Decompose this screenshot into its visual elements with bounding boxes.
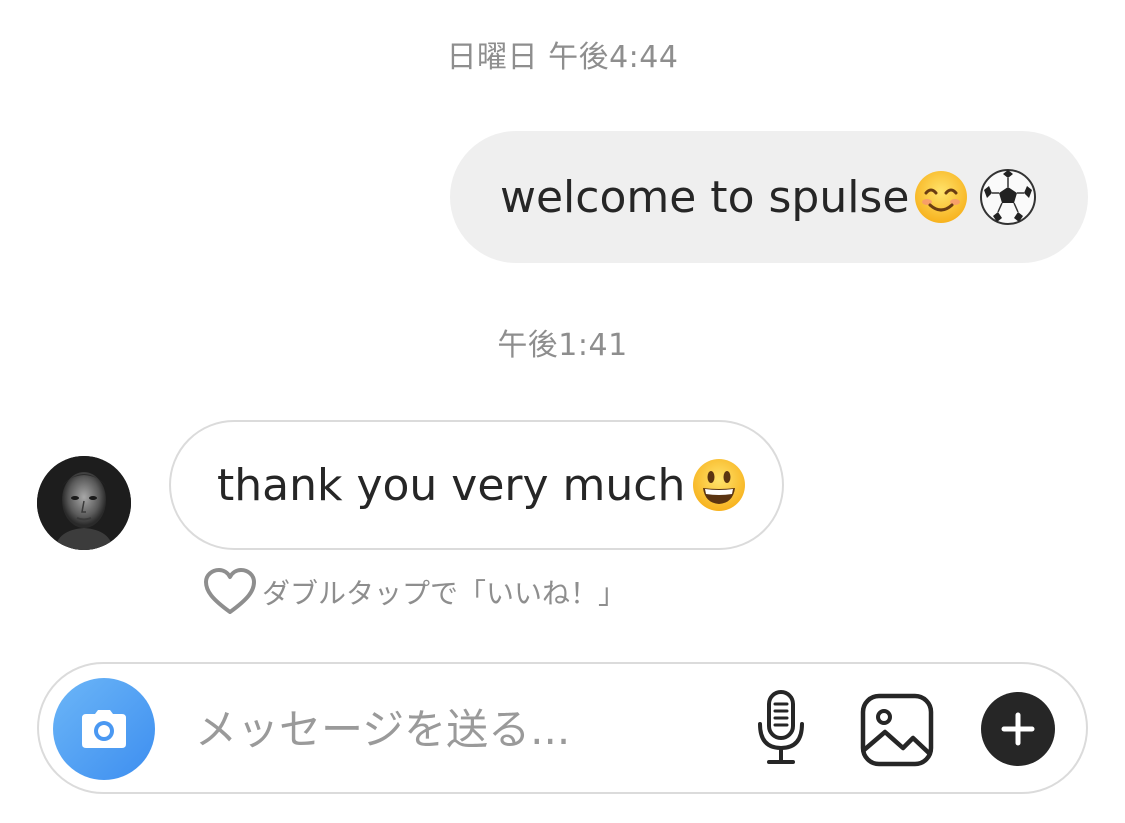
avatar[interactable] <box>37 456 131 550</box>
smiling-face-emoji-icon <box>915 171 968 223</box>
thread-timestamp: 日曜日 午後4:44 <box>446 40 679 75</box>
plus-icon <box>1001 712 1035 746</box>
message-input[interactable] <box>195 694 735 764</box>
grinning-face-emoji-icon <box>693 459 746 511</box>
camera-icon <box>82 710 126 748</box>
avatar-photo <box>37 456 131 550</box>
message-composer <box>37 662 1088 794</box>
double-tap-like-hint[interactable]: ダブルタップで「いいね！」 <box>202 566 626 618</box>
soccer-ball-emoji-icon <box>980 169 1037 225</box>
thread-timestamp: 午後1:41 <box>497 328 628 363</box>
plus-button[interactable] <box>981 692 1055 766</box>
camera-button[interactable] <box>53 678 155 780</box>
message-text: thank you very much <box>217 459 686 511</box>
gallery-icon[interactable] <box>859 692 935 768</box>
incoming-message-bubble[interactable]: thank you very much <box>169 420 784 550</box>
like-hint-label: ダブルタップで「いいね！」 <box>262 577 627 610</box>
heart-icon <box>204 568 256 614</box>
microphone-icon[interactable] <box>751 688 811 768</box>
message-text: welcome to spulse <box>500 171 910 223</box>
outgoing-message-bubble[interactable]: welcome to spulse <box>450 131 1088 263</box>
